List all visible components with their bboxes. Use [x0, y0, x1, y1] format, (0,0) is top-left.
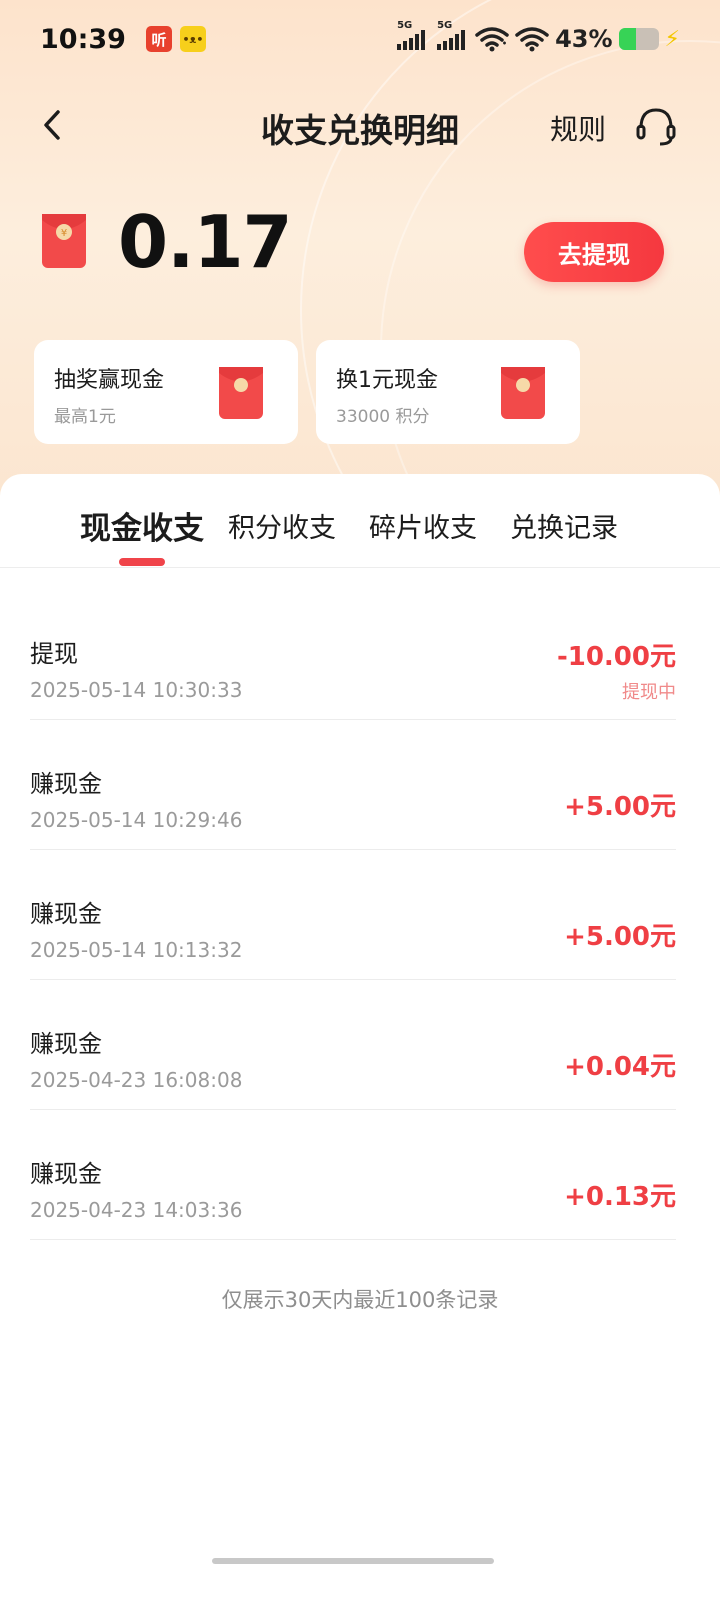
wifi-icon	[475, 27, 509, 52]
battery-icon	[618, 28, 659, 50]
record-name: 提现	[30, 640, 78, 668]
record-amount: -10.00元	[556, 642, 676, 672]
red-envelope-icon	[501, 367, 545, 419]
record-name: 赚现金	[30, 900, 102, 928]
tab-indicator	[119, 558, 165, 566]
promo-subtitle: 33000 积分	[336, 407, 430, 427]
withdraw-button[interactable]: 去提现	[524, 222, 664, 282]
record-time: 2025-05-14 10:13:32	[30, 938, 243, 962]
status-bar: 10:39 听 •ᴥ• 5G 5G 43% ⚡	[0, 0, 720, 78]
record-amount: +0.04元	[564, 1052, 676, 1082]
list-item[interactable]: 提现 2025-05-14 10:30:33 -10.00元 提现中	[30, 590, 676, 720]
record-status: 提现中	[622, 682, 676, 703]
signal-icon: 5G	[397, 20, 426, 50]
record-amount: +0.13元	[564, 1182, 676, 1212]
footer-note: 仅展示30天内最近100条记录	[221, 1288, 499, 1312]
home-indicator[interactable]	[212, 1558, 494, 1564]
list-item[interactable]: 赚现金 2025-05-14 10:29:46 +5.00元	[30, 720, 676, 850]
record-name: 赚现金	[30, 1030, 102, 1058]
tab-exchange-records[interactable]: 兑换记录	[510, 506, 618, 545]
record-time: 2025-05-14 10:30:33	[30, 678, 243, 702]
record-time: 2025-04-23 16:08:08	[30, 1068, 243, 1092]
exchange-cash-card[interactable]: 换1元现金 33000 积分	[316, 340, 580, 444]
red-envelope-icon	[219, 367, 263, 419]
page-title: 收支兑换明细	[261, 111, 459, 150]
tab-points[interactable]: 积分收支	[228, 506, 336, 545]
balance-section: ¥ 0.17 去提现	[0, 200, 720, 310]
record-amount: +5.00元	[564, 792, 676, 822]
tab-cash[interactable]: 现金收支	[80, 503, 204, 548]
record-amount: +5.00元	[564, 922, 676, 952]
tab-fragments[interactable]: 碎片收支	[369, 506, 477, 545]
promo-title: 抽奖赢现金	[54, 368, 165, 393]
list-item[interactable]: 赚现金 2025-04-23 16:08:08 +0.04元	[30, 980, 676, 1110]
rules-link[interactable]: 规则	[550, 108, 606, 148]
page-header: 收支兑换明细 规则	[0, 90, 720, 160]
record-name: 赚现金	[30, 770, 102, 798]
list-item[interactable]: 赚现金 2025-05-14 10:13:32 +5.00元	[30, 850, 676, 980]
record-name: 赚现金	[30, 1160, 102, 1188]
record-time: 2025-05-14 10:29:46	[30, 808, 243, 832]
battery-percent: 43%	[555, 25, 613, 53]
status-time: 10:39	[40, 23, 126, 55]
svg-text:¥: ¥	[61, 228, 67, 239]
lottery-cash-card[interactable]: 抽奖赢现金 最高1元	[34, 340, 298, 444]
signal-icon: 5G	[437, 20, 466, 50]
headset-icon	[636, 108, 676, 146]
red-envelope-icon: ¥	[42, 214, 86, 268]
records-panel: 现金收支 积分收支 碎片收支 兑换记录 提现 2025-05-14 10:30:…	[0, 474, 720, 1600]
dog-app-icon: •ᴥ•	[179, 26, 206, 52]
charging-icon: ⚡	[664, 26, 680, 52]
ximalaya-listen-icon: 听	[145, 26, 172, 52]
promo-title: 换1元现金	[336, 368, 438, 393]
list-item[interactable]: 赚现金 2025-04-23 14:03:36 +0.13元	[30, 1110, 676, 1240]
promo-subtitle: 最高1元	[54, 407, 116, 427]
balance-amount: 0.17	[118, 200, 293, 284]
tab-bar: 现金收支 积分收支 碎片收支 兑换记录	[0, 474, 720, 568]
customer-service-button[interactable]	[634, 104, 678, 148]
wifi-icon	[515, 27, 549, 52]
record-time: 2025-04-23 14:03:36	[30, 1198, 243, 1222]
